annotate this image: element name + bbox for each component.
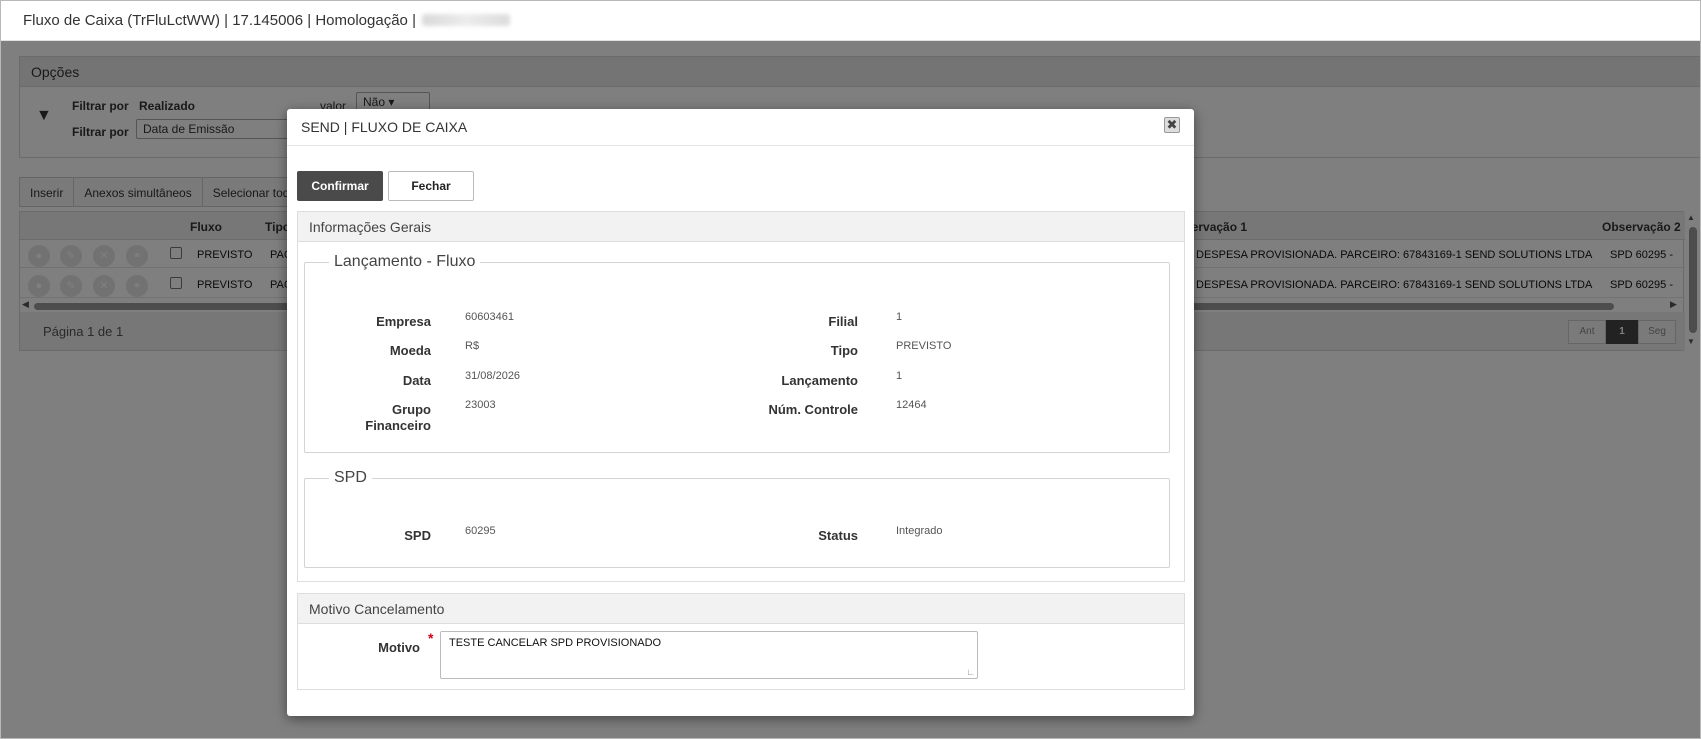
empresa-label: Empresa	[376, 314, 431, 329]
status-label: Status	[818, 528, 858, 543]
spd-fieldset: SPD SPD 60295 Status Integrado	[304, 469, 1170, 568]
general-info-title: Informações Gerais	[298, 212, 1184, 242]
motivo-textarea[interactable]: TESTE CANCELAR SPD PROVISIONADO ∟	[440, 631, 978, 679]
moeda-label: Moeda	[389, 343, 431, 358]
lancamento-label: Lançamento	[781, 373, 858, 388]
grupo-financeiro-label: Grupo Financeiro	[365, 402, 431, 433]
num-controle-label: Núm. Controle	[768, 402, 858, 417]
resize-grip-icon[interactable]: ∟	[966, 667, 975, 677]
lancamento-fieldset: Lançamento - Fluxo Empresa 60603461 Fili…	[304, 253, 1170, 453]
cancel-reason-panel: Motivo Cancelamento Motivo * TESTE CANCE…	[297, 593, 1185, 690]
title-bar: Fluxo de Caixa (TrFluLctWW) | 17.145006 …	[1, 1, 1700, 41]
general-info-panel: Informações Gerais Lançamento - Fluxo Em…	[297, 211, 1185, 582]
spd-value: 60295	[465, 525, 496, 537]
close-button[interactable]: Fechar	[388, 171, 474, 201]
window-title: Fluxo de Caixa (TrFluLctWW) | 17.145006 …	[23, 12, 510, 29]
confirm-button[interactable]: Confirmar	[297, 171, 383, 201]
cancel-reason-title: Motivo Cancelamento	[298, 594, 1184, 624]
lancamento-value: 1	[896, 370, 903, 382]
tipo-value: PREVISTO	[896, 340, 952, 352]
spd-legend: SPD	[329, 469, 372, 487]
status-value: Integrado	[896, 525, 943, 537]
motivo-label: Motivo	[378, 640, 420, 655]
spd-label: SPD	[404, 528, 431, 543]
num-controle-value: 12464	[896, 399, 927, 411]
fluxo-caixa-dialog: SEND | FLUXO DE CAIXA ✖ Confirmar Fechar…	[287, 109, 1194, 716]
close-icon[interactable]: ✖	[1164, 117, 1180, 133]
filial-label: Filial	[828, 314, 858, 329]
lancamento-legend: Lançamento - Fluxo	[329, 253, 481, 271]
filial-value: 1	[896, 311, 903, 323]
divider	[287, 145, 1194, 146]
data-label: Data	[402, 373, 431, 388]
required-marker: *	[428, 630, 434, 646]
moeda-value: R$	[465, 340, 480, 352]
dialog-title: SEND | FLUXO DE CAIXA	[301, 119, 468, 135]
app-window: Fluxo de Caixa (TrFluLctWW) | 17.145006 …	[0, 0, 1701, 739]
tipo-label: Tipo	[830, 343, 858, 358]
empresa-value: 60603461	[465, 311, 514, 323]
data-value: 31/08/2026	[465, 370, 521, 382]
grupo-financeiro-value: 23003	[465, 399, 496, 411]
redacted-text	[421, 14, 510, 26]
